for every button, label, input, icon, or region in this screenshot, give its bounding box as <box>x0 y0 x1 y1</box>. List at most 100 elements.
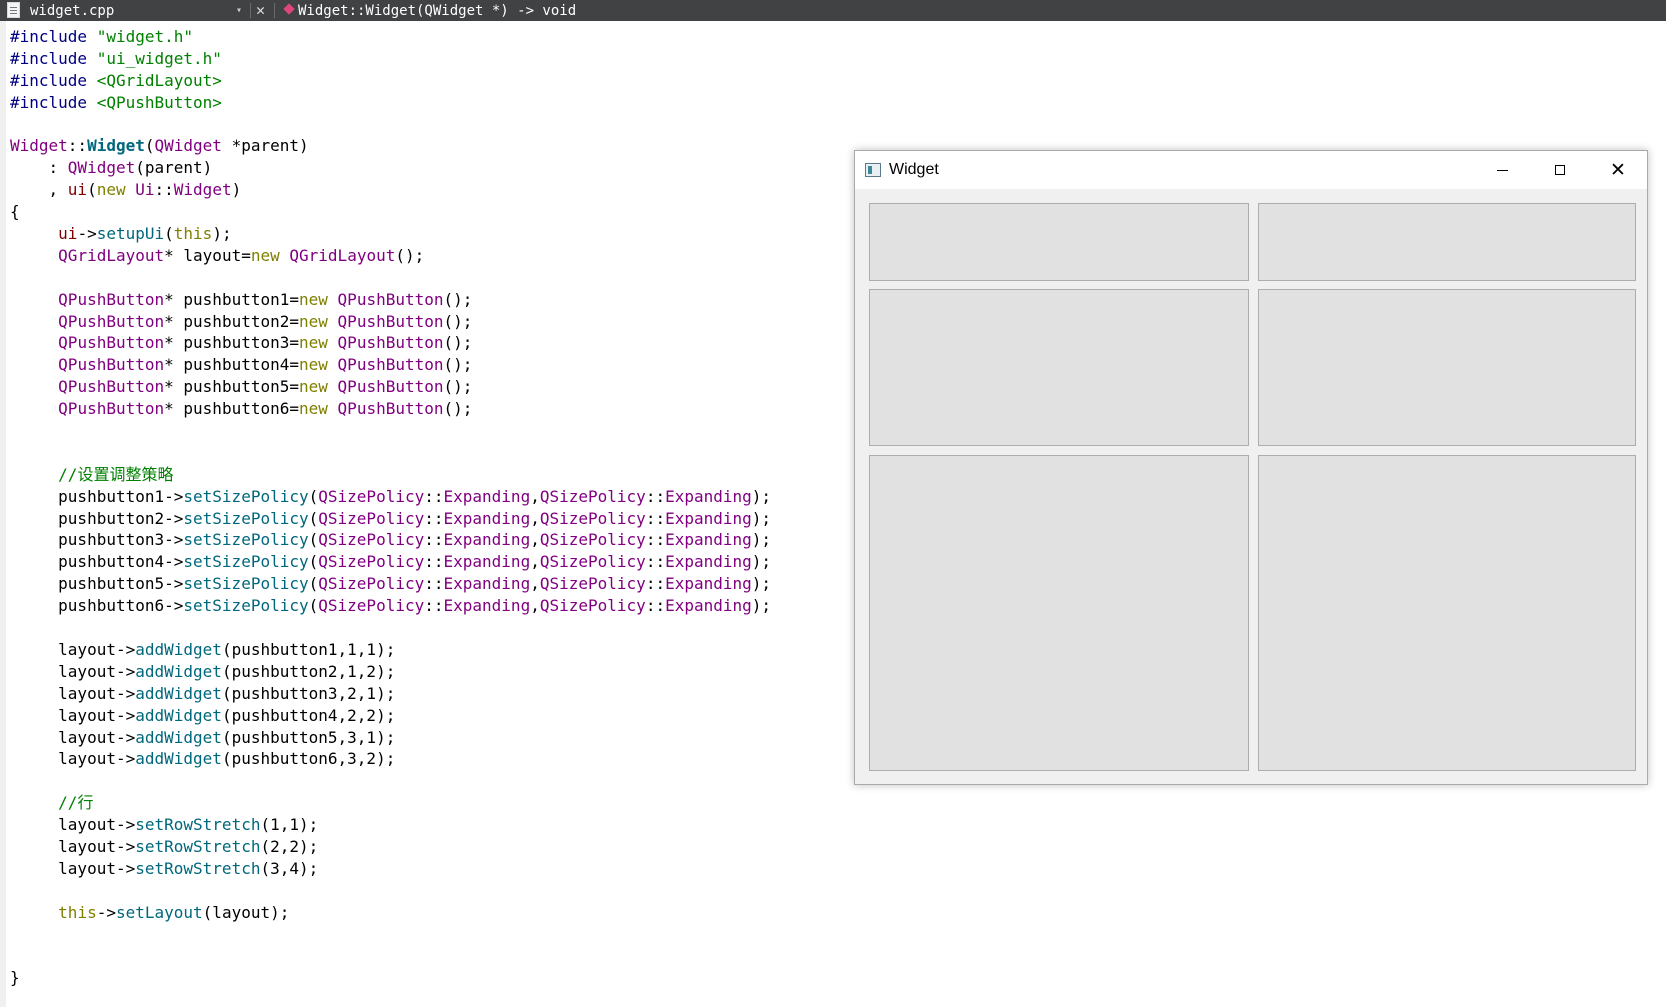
code-token: Expanding <box>443 508 531 528</box>
code-token: setSizePolicy <box>183 508 309 528</box>
code-token: -> <box>96 902 116 922</box>
code-token: pushbutton1-> <box>10 486 184 506</box>
code-token: (); <box>395 245 425 265</box>
code-token: * pushbutton2= <box>164 311 299 331</box>
code-line: QPushButton* pushbutton6=new QPushButton… <box>10 398 771 420</box>
code-token: (pushbutton2,1,2); <box>221 661 396 681</box>
function-icon <box>283 3 295 15</box>
code-token: ( <box>308 486 319 506</box>
code-token: QSizePolicy <box>539 508 646 528</box>
code-token: QGridLayout <box>289 245 396 265</box>
code-token: QSizePolicy <box>539 530 646 550</box>
code-token: ); <box>751 486 772 506</box>
code-token: addWidget <box>135 661 222 681</box>
file-selector[interactable]: widget.cpp <box>30 1 114 21</box>
window-titlebar[interactable]: Widget ✕ <box>855 151 1647 189</box>
code-line: layout->setRowStretch(1,1); <box>10 814 771 836</box>
code-token: addWidget <box>135 683 222 703</box>
code-token: ( <box>87 180 97 200</box>
code-token: addWidget <box>135 727 222 747</box>
code-token: Expanding <box>443 596 531 616</box>
code-token: setRowStretch <box>135 815 261 835</box>
code-token: Widget <box>173 180 232 200</box>
code-line: , ui(new Ui::Widget) <box>10 179 771 201</box>
code-token: :: <box>424 486 444 506</box>
code-token: QSizePolicy <box>539 552 646 572</box>
code-token: "ui_widget.h" <box>96 48 222 68</box>
minimize-button[interactable] <box>1473 151 1531 189</box>
pushbutton-6[interactable] <box>1258 455 1636 771</box>
code-line: //设置调整策略 <box>10 464 771 486</box>
code-token: (); <box>443 399 473 419</box>
code-line: pushbutton2->setSizePolicy(QSizePolicy::… <box>10 508 771 530</box>
code-line: layout->addWidget(pushbutton1,1,1); <box>10 639 771 661</box>
code-token: new <box>250 245 280 265</box>
code-token: (parent) <box>135 158 213 178</box>
cpp-file-icon <box>7 2 20 18</box>
code-token: Expanding <box>665 552 752 572</box>
code-line: #include <QGridLayout> <box>10 70 771 92</box>
code-token: * pushbutton4= <box>164 355 299 375</box>
code-line: layout->addWidget(pushbutton5,3,1); <box>10 727 771 749</box>
code-token: QSizePolicy <box>318 508 425 528</box>
code-token: (); <box>443 377 473 397</box>
code-line: layout->addWidget(pushbutton6,3,2); <box>10 748 771 770</box>
code-token: (pushbutton5,3,1); <box>221 727 396 747</box>
code-line: QPushButton* pushbutton3=new QPushButton… <box>10 332 771 354</box>
code-token: layout-> <box>10 661 136 681</box>
code-token: layout-> <box>10 858 136 878</box>
code-token: ui <box>67 180 88 200</box>
pushbutton-5[interactable] <box>869 455 1249 771</box>
code-token: QPushButton <box>58 333 165 353</box>
chevron-down-icon[interactable]: ▾ <box>236 1 242 21</box>
code-token: QSizePolicy <box>318 486 425 506</box>
close-document-button[interactable]: ✕ <box>256 0 265 21</box>
code-token: Expanding <box>665 596 752 616</box>
code-editor[interactable]: #include "widget.h" #include "ui_widget.h… <box>10 26 771 989</box>
pushbutton-1[interactable] <box>869 203 1249 281</box>
code-token: pushbutton2-> <box>10 508 184 528</box>
code-token: QSizePolicy <box>539 596 646 616</box>
code-token: (pushbutton3,2,1); <box>221 683 396 703</box>
code-token: Expanding <box>665 508 752 528</box>
code-line: #include "widget.h" <box>10 26 771 48</box>
maximize-button[interactable] <box>1531 151 1589 189</box>
code-token: *parent) <box>221 136 309 156</box>
code-token: ( <box>308 508 319 528</box>
pushbutton-3[interactable] <box>869 289 1249 446</box>
code-token: ui <box>58 224 78 244</box>
code-token: ( <box>308 552 319 572</box>
code-token: QSizePolicy <box>318 552 425 572</box>
close-window-button[interactable]: ✕ <box>1589 151 1647 189</box>
code-token: QPushButton <box>58 355 165 375</box>
pushbutton-4[interactable] <box>1258 289 1636 446</box>
code-token: , <box>530 552 540 572</box>
code-token: , <box>530 486 540 506</box>
code-token: (pushbutton1,1,1); <box>221 639 396 659</box>
code-line: Widget::Widget(QWidget *parent) <box>10 135 771 157</box>
code-token: QSizePolicy <box>318 530 425 550</box>
code-token: this <box>173 224 213 244</box>
code-token: setSizePolicy <box>183 596 309 616</box>
code-line: : QWidget(parent) <box>10 157 771 179</box>
code-token: Expanding <box>443 574 531 594</box>
pushbutton-2[interactable] <box>1258 203 1636 281</box>
code-token: "widget.h" <box>96 27 194 46</box>
code-token: :: <box>424 530 444 550</box>
code-token: new <box>299 333 328 353</box>
code-token: QPushButton <box>58 289 165 309</box>
symbol-selector[interactable]: Widget::Widget(QWidget *) -> void <box>298 1 576 21</box>
